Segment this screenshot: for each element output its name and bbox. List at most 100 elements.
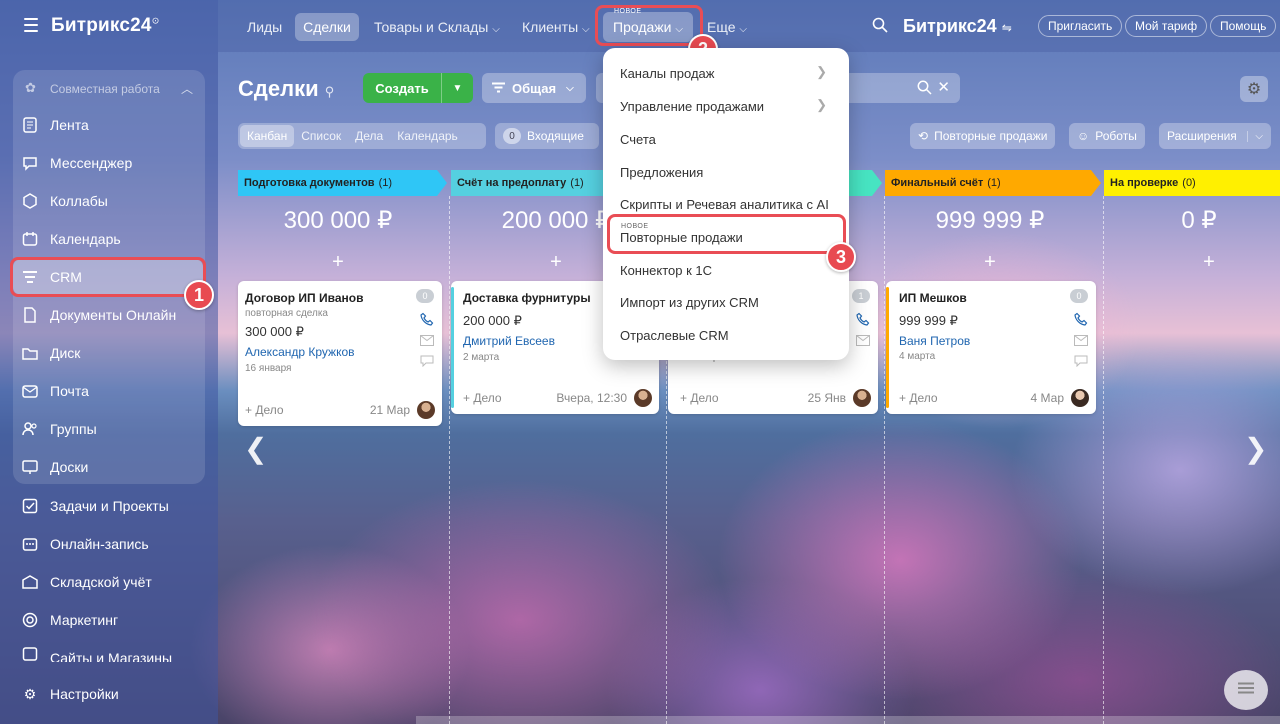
sidebar-item-settings[interactable]: ⚙ Настройки [22,682,119,706]
deal-contact[interactable]: Александр Кружков [245,345,355,359]
brand-text: Битрикс24 [51,15,152,36]
close-icon[interactable]: ✕ [937,78,950,96]
add-activity-link[interactable]: + Дело [899,391,938,405]
stage-header[interactable]: Подготовка документов (1) [238,170,447,196]
brand-logo[interactable]: Битрикс24⊙ [51,15,159,37]
add-activity-link[interactable]: + Дело [463,391,502,405]
deal-title[interactable]: Доставка фурнитуры [463,291,591,305]
activity-counter: 0 [416,289,434,303]
sidebar-item-calendar[interactable]: Календарь [22,227,121,251]
hexagon-icon [22,193,38,209]
stage-header[interactable]: На проверке (0) [1104,170,1280,196]
robots-button[interactable]: ☺ Роботы [1069,123,1145,149]
mail-icon[interactable] [856,333,870,347]
create-label: Создать [375,80,429,96]
repeat-sales-button[interactable]: ⟲ Повторные продажи [910,123,1056,149]
menu-item-sales-channels[interactable]: Каналы продаж [620,66,714,81]
deal-contact[interactable]: Ваня Петров [899,334,970,348]
horizontal-scrollbar[interactable] [416,716,1280,724]
nav-deals[interactable]: Сделки [295,13,359,41]
avatar[interactable] [634,389,652,407]
search-icon[interactable] [872,17,888,38]
help-widget-button[interactable] [1224,670,1268,710]
deal-contact[interactable]: Дмитрий Евсеев [463,334,555,348]
sidebar-item-collabs[interactable]: Коллабы [22,189,108,213]
stage-sum: 300 000 ₽ [283,207,393,234]
sidebar-item-mail[interactable]: Почта [22,379,89,403]
chevron-down-icon[interactable]: ▼ [442,83,473,94]
menu-item-quotes[interactable]: Предложения [620,165,703,180]
stage-header[interactable]: Финальный счёт (1) [885,170,1101,196]
sidebar-item-booking[interactable]: Онлайн-запись [22,532,149,556]
deal-title[interactable]: Договор ИП Иванов [245,291,363,305]
sidebar-item-tasks[interactable]: Задачи и Проекты [22,494,169,518]
sidebar-item-groups[interactable]: Группы [22,417,97,441]
deal-card[interactable]: Договор ИП Иванов повторная сделка 300 0… [238,281,442,426]
menu-item-sales-management[interactable]: Управление продажами [620,99,764,114]
add-deal-plus-icon[interactable]: + [1104,251,1280,274]
sidebar-item-feed[interactable]: Лента [22,113,89,137]
chevron-up-icon[interactable]: ︿ [181,80,193,97]
add-activity-link[interactable]: + Дело [680,391,719,405]
pin-icon[interactable]: ⚲ [325,84,335,99]
nav-leads[interactable]: Лиды [247,19,282,35]
search-icon[interactable] [917,80,932,100]
menu-burger-icon[interactable] [24,18,38,32]
sidebar-item-label: Календарь [50,231,121,247]
chat-icon[interactable] [420,354,434,368]
create-button[interactable]: Создать ▼ [363,73,473,103]
avatar[interactable] [417,401,435,419]
deal-card[interactable]: ИП Мешков 999 999 ₽ Ваня Петров 4 марта … [886,281,1096,414]
nav-more[interactable]: Еще ⌵ [707,19,747,35]
mail-icon[interactable] [420,333,434,347]
sidebar-item-boards[interactable]: Доски [22,455,88,479]
invite-button[interactable]: Пригласить [1038,15,1123,37]
menu-item-industry-crm[interactable]: Отраслевые CRM [620,328,729,343]
target-icon [22,612,38,628]
menu-item-import-crm[interactable]: Импорт из других CRM [620,295,759,310]
sidebar-item-messenger[interactable]: Мессенджер [22,151,132,175]
avatar[interactable] [853,389,871,407]
deal-subtitle: повторная сделка [245,308,328,319]
sidebar-group-title[interactable]: Совместная работа [50,82,160,96]
step-badge-3: 3 [826,242,856,272]
sidebar-item-warehouse[interactable]: Складской учёт [22,570,152,594]
incoming-button[interactable]: 0 Входящие [495,123,599,149]
settings-gear-button[interactable]: ⚙ [1240,76,1268,102]
tab-kanban[interactable]: Канбан [240,125,295,147]
phone-icon[interactable] [1074,312,1088,326]
sidebar-item-docs[interactable]: Документы Онлайн [22,303,176,327]
nav-products[interactable]: Товары и Склады ⌵ [374,19,500,35]
nav-clients[interactable]: Клиенты ⌵ [522,19,590,35]
sidebar-item-marketing[interactable]: Маркетинг [22,608,118,632]
tab-activities[interactable]: Дела [348,125,390,147]
stage-color-bar [451,287,454,408]
stage-color-bar [886,287,889,408]
sidebar-item-disk[interactable]: Диск [22,341,80,365]
avatar[interactable] [1071,389,1089,407]
top-brand[interactable]: Битрикс24 ⇋ [903,16,1012,37]
tab-calendar[interactable]: Календарь [390,125,465,147]
extensions-button[interactable]: Расширения ⌵ [1159,123,1271,149]
scroll-left-icon[interactable]: ❮ [244,432,267,465]
tab-list[interactable]: Список [294,125,348,147]
add-deal-plus-icon[interactable]: + [885,251,1095,274]
add-deal-plus-icon[interactable]: + [238,251,438,274]
help-button[interactable]: Помощь [1210,15,1277,37]
deal-title[interactable]: ИП Мешков [899,291,967,305]
phone-icon[interactable] [856,312,870,326]
filter-preset-button[interactable]: Общая ⌵ [482,73,586,103]
menu-item-scripts-ai[interactable]: Скрипты и Речевая аналитика с AI [620,197,829,212]
mail-icon[interactable] [1074,333,1088,347]
chat-icon[interactable] [1074,354,1088,368]
phone-icon[interactable] [420,312,434,326]
scroll-right-icon[interactable]: ❯ [1244,432,1267,465]
sidebar-item-label: Сайты и Магазины [50,650,173,662]
add-activity-link[interactable]: + Дело [245,403,284,417]
chevron-down-icon[interactable]: ⌵ [1247,130,1263,142]
stage-name: На проверке [1110,177,1179,189]
menu-item-1c-connector[interactable]: Коннектор к 1С [620,263,712,278]
my-plan-button[interactable]: Мой тариф [1125,15,1208,37]
sidebar-item-sites[interactable]: Сайты и Магазины [22,646,172,662]
menu-item-invoices[interactable]: Счета [620,132,656,147]
